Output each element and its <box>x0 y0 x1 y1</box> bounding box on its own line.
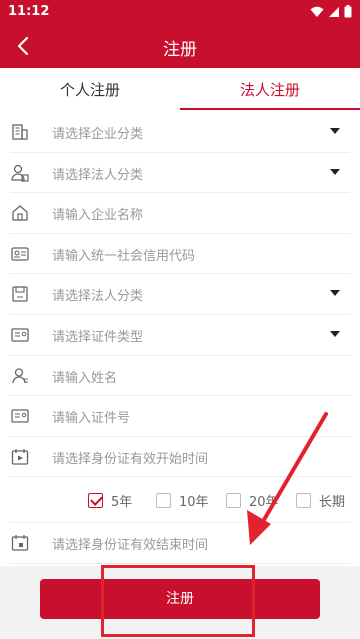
id-valid-end-placeholder: 请选择身份证有效结束时间 <box>52 538 209 554</box>
checkbox-icon[interactable] <box>226 493 241 509</box>
name-placeholder: 请输入姓名 <box>52 370 118 386</box>
register-button[interactable]: 注册 <box>40 579 320 619</box>
dropdown-caret-icon <box>330 330 340 337</box>
enterprise-name-placeholder: 请输入企业名称 <box>52 208 144 224</box>
checkbox-icon[interactable] <box>156 493 171 509</box>
certificate-number-input[interactable]: 请输入证件号 <box>10 396 350 437</box>
enterprise-name-input[interactable]: 请输入企业名称 <box>10 193 350 234</box>
credit-code-input[interactable]: 请输入统一社会信用代码 <box>10 234 350 275</box>
duration-option-10y[interactable]: 10年 <box>156 491 209 510</box>
name-input[interactable]: 请输入姓名 <box>10 356 350 397</box>
signal-icon <box>329 6 339 17</box>
tab-bar: 个人注册 法人注册 <box>0 68 360 112</box>
duration-label: 20年 <box>249 495 279 511</box>
certificate-type-placeholder: 请选择证件类型 <box>52 329 144 345</box>
home-icon <box>12 205 28 221</box>
checkbox-checked-icon[interactable] <box>88 493 103 509</box>
duration-label: 长期 <box>319 495 346 511</box>
page-title: 注册 <box>163 40 197 60</box>
legal-person-type-select[interactable]: 请选择法人分类 <box>10 274 350 315</box>
validity-duration-options: 5年 10年 20年 长期 <box>10 477 350 524</box>
credit-code-placeholder: 请输入统一社会信用代码 <box>52 248 196 264</box>
legal-person-category-select[interactable]: 请选择法人分类 <box>10 153 350 194</box>
building-icon <box>12 124 28 140</box>
registration-form: 请选择企业分类 请选择法人分类 请输入企业名称 请输入统一社会信用代码 请选择法… <box>0 112 360 564</box>
duration-label: 10年 <box>179 495 209 511</box>
tab-corporate-registration[interactable]: 法人注册 <box>180 68 360 112</box>
calendar-play-icon <box>11 448 29 465</box>
legal-person-category-placeholder: 请选择法人分类 <box>52 167 144 183</box>
dropdown-caret-icon <box>330 128 340 134</box>
document-icon <box>11 328 29 342</box>
app-bar: 注册 <box>0 24 360 68</box>
dropdown-caret-icon <box>330 290 340 297</box>
id-card-icon <box>11 409 29 423</box>
status-bar: 11:12 <box>0 0 360 24</box>
wifi-icon <box>310 6 324 17</box>
id-valid-start-date-picker[interactable]: 请选择身份证有效开始时间 <box>10 437 350 478</box>
checkbox-icon[interactable] <box>296 493 311 509</box>
id-card-icon <box>11 247 29 261</box>
dropdown-caret-icon <box>330 168 340 175</box>
duration-option-20y[interactable]: 20年 <box>226 491 279 510</box>
enterprise-category-placeholder: 请选择企业分类 <box>52 127 144 142</box>
legal-person-type-placeholder: 请选择法人分类 <box>52 289 144 305</box>
person-badge-icon <box>11 164 29 182</box>
duration-label: 5年 <box>111 495 133 511</box>
save-icon <box>12 286 28 303</box>
enterprise-category-select[interactable]: 请选择企业分类 <box>10 112 350 153</box>
user-icon <box>12 367 28 383</box>
duration-option-5y[interactable]: 5年 <box>88 491 132 510</box>
calendar-icon <box>11 535 29 551</box>
certificate-type-select[interactable]: 请选择证件类型 <box>10 315 350 356</box>
active-tab-indicator <box>180 108 360 110</box>
id-valid-end-date-picker[interactable]: 请选择身份证有效结束时间 <box>10 523 350 564</box>
id-valid-start-placeholder: 请选择身份证有效开始时间 <box>52 451 209 467</box>
tab-personal-registration[interactable]: 个人注册 <box>0 68 180 112</box>
battery-icon <box>344 5 352 18</box>
duration-option-long-term[interactable]: 长期 <box>296 491 345 510</box>
certificate-number-placeholder: 请输入证件号 <box>52 411 131 427</box>
status-time: 11:12 <box>8 4 50 19</box>
status-icons <box>310 5 352 18</box>
